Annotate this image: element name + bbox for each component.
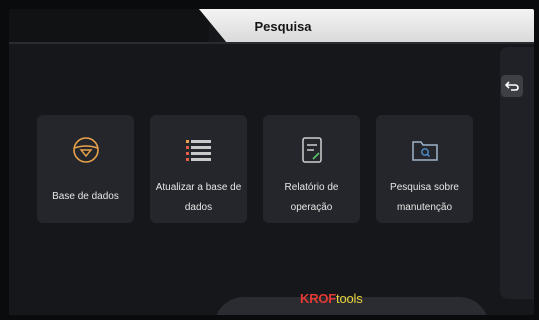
folder-search-icon <box>412 141 438 161</box>
card-label: Pesquisa sobre manutenção <box>390 182 459 213</box>
report-icon <box>302 137 322 163</box>
card-relatorio[interactable]: Relatório de operação <box>263 115 360 223</box>
card-label: Base de dados <box>52 191 119 202</box>
list-icon <box>186 140 211 161</box>
back-button[interactable] <box>501 75 523 97</box>
steering-wheel-icon <box>73 137 99 163</box>
card-label: Atualizar a base de dados <box>155 182 242 213</box>
page-title: Pesquisa <box>254 19 312 34</box>
card-label: Relatório de operação <box>284 182 339 213</box>
brand-logo: KROFtools <box>300 291 363 306</box>
card-pesquisa-manutencao[interactable]: Pesquisa sobre manutenção <box>376 115 473 223</box>
divider <box>9 42 534 44</box>
screen: Pesquisa Base de dados Atualizar a base … <box>9 9 534 315</box>
card-atualizar-base[interactable]: Atualizar a base de dados <box>150 115 247 223</box>
top-bar <box>9 9 209 43</box>
back-arrow-icon <box>505 81 519 91</box>
card-base-de-dados[interactable]: Base de dados <box>37 115 134 223</box>
